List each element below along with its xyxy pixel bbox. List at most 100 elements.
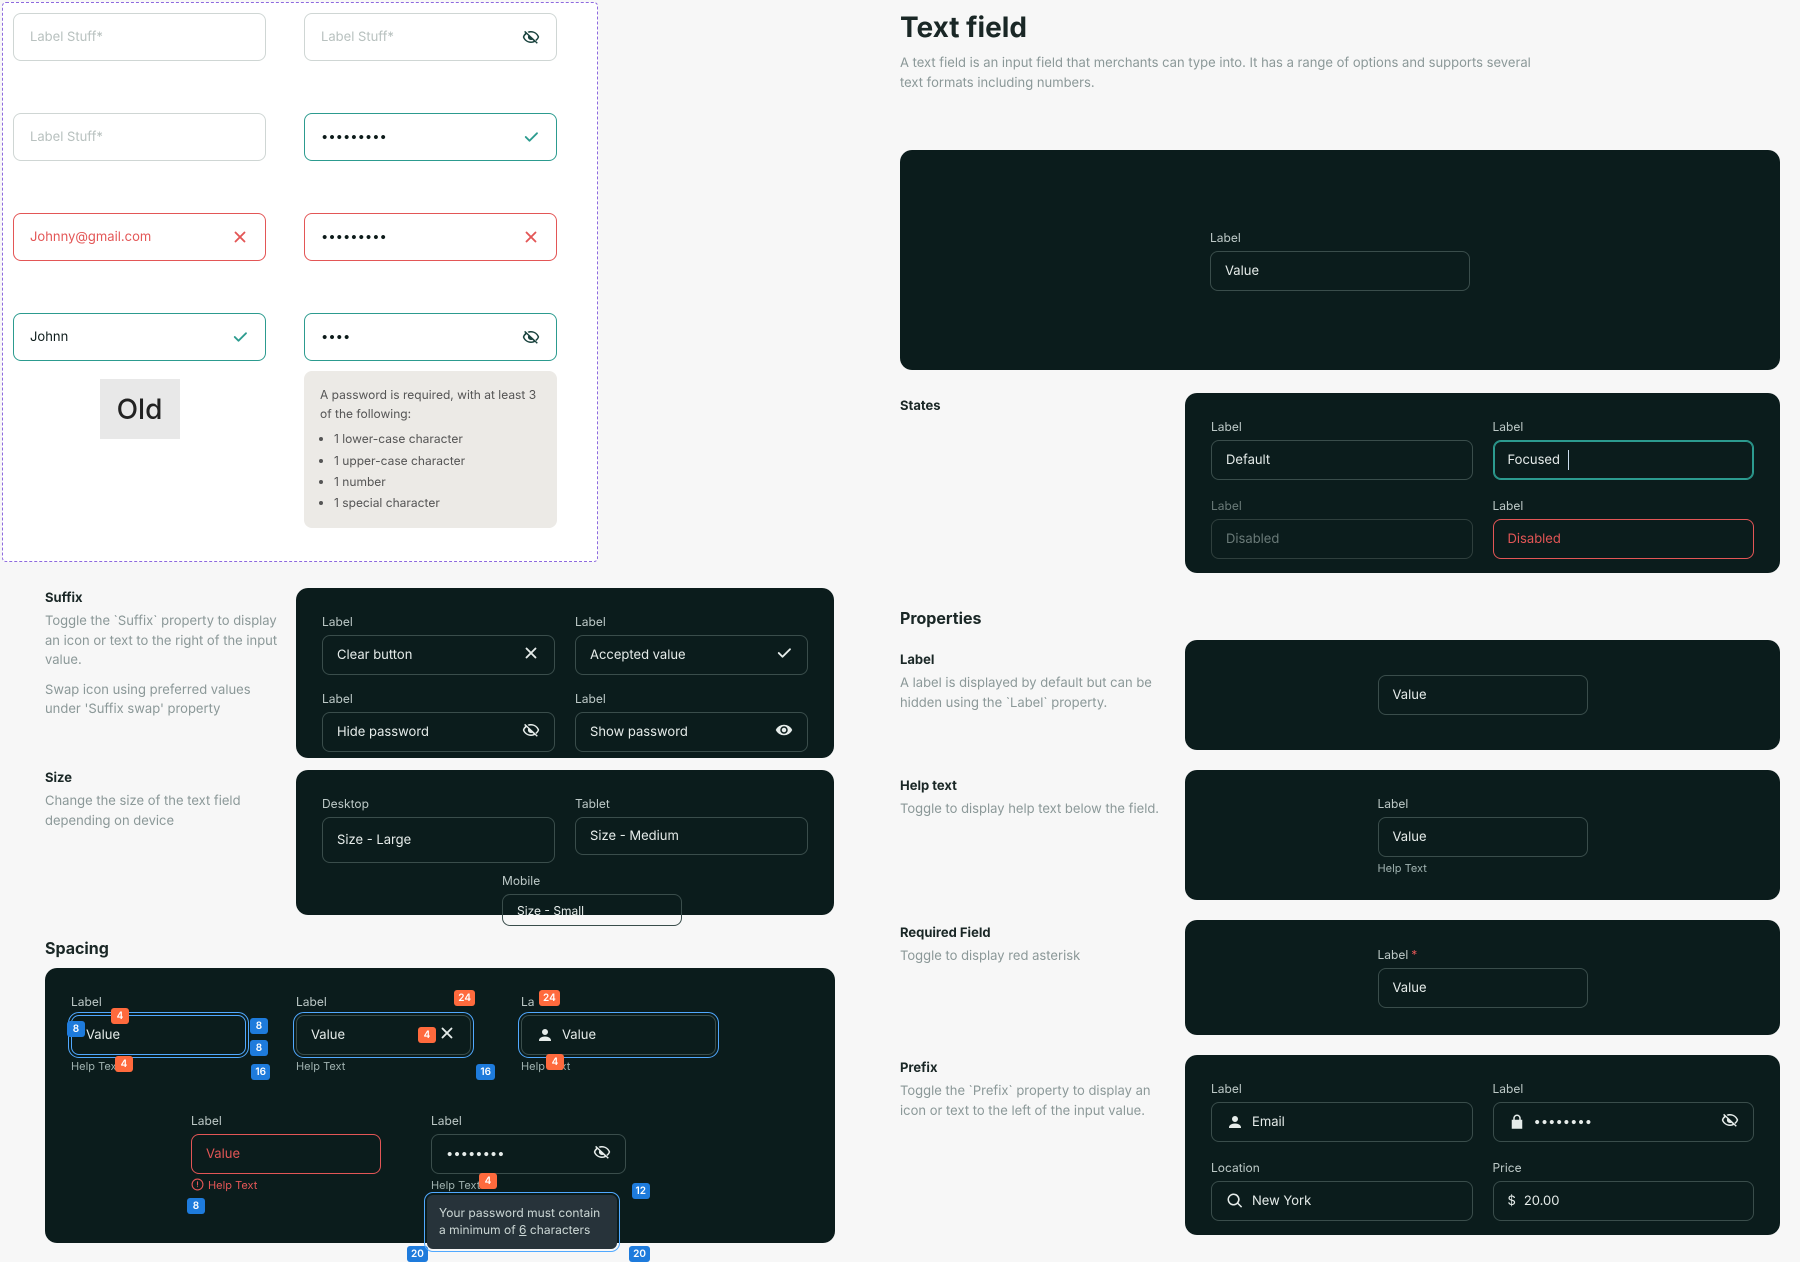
label: Label — [1211, 498, 1473, 513]
state-focused-field[interactable]: Focused — [1493, 440, 1755, 480]
value: Disabled — [1226, 531, 1279, 547]
value: Accepted value — [590, 647, 686, 663]
eye-icon[interactable] — [775, 721, 793, 743]
suffix-clear-field[interactable]: Clear button — [322, 635, 555, 675]
prefix-price-field[interactable]: $20.00 — [1493, 1181, 1755, 1221]
hero-field[interactable]: Value — [1210, 251, 1470, 291]
sp-f4-error[interactable]: Value — [191, 1134, 381, 1174]
prop-label-card: Value — [1185, 640, 1780, 750]
label: Price — [1493, 1160, 1755, 1175]
state-error-field[interactable]: Disabled — [1493, 519, 1755, 559]
marker: 8 — [67, 1021, 85, 1037]
marker: 4 — [115, 1056, 133, 1072]
help: Help Text — [431, 1178, 626, 1192]
value: Size - Small — [517, 903, 584, 918]
sp-f3[interactable]: Value — [521, 1015, 716, 1055]
check-icon — [775, 644, 793, 666]
prop-req-card: Label* Value — [1185, 920, 1780, 1035]
pw-tooltip: Your password must contain a minimum of … — [427, 1195, 617, 1249]
marker: 4 — [479, 1173, 497, 1189]
label: Label — [431, 1113, 626, 1128]
prop-help-side: Help text Toggle to display help text be… — [900, 778, 1170, 820]
dollar-icon: $ — [1508, 1193, 1516, 1209]
sp-f1[interactable]: Value — [71, 1015, 246, 1055]
value: Email — [1252, 1114, 1285, 1130]
label: Label — [71, 994, 246, 1009]
old-name-success[interactable]: Johnn — [13, 313, 266, 361]
marker: 8 — [250, 1040, 268, 1056]
marker: 20 — [629, 1246, 650, 1262]
properties-head: Properties — [900, 608, 981, 638]
eye-off-icon[interactable] — [522, 28, 540, 46]
marker: 8 — [250, 1018, 268, 1034]
size-side: Size Change the size of the text field d… — [45, 770, 285, 831]
size-medium-field[interactable]: Size - Medium — [575, 817, 808, 855]
close-icon[interactable] — [438, 1024, 456, 1046]
suffix-accepted-field[interactable]: Accepted value — [575, 635, 808, 675]
value: Disabled — [1508, 531, 1561, 547]
sp-f2[interactable]: Value — [296, 1015, 471, 1055]
spacing-card: Label Value Help Text 4 8 8 8 4 16 Label… — [45, 968, 835, 1243]
prop-help-card: Label Value Help Text — [1185, 770, 1780, 900]
old-email-error[interactable]: Johnny@gmail.com — [13, 213, 266, 261]
close-icon[interactable] — [231, 228, 249, 246]
label: Label — [322, 691, 555, 706]
value: Size - Medium — [590, 828, 679, 844]
req-field[interactable]: Value — [1378, 968, 1588, 1008]
suffix-show-field[interactable]: Show password — [575, 712, 808, 752]
check-icon — [522, 128, 540, 146]
label: Label — [1378, 796, 1588, 811]
prefix-loc-field[interactable]: New York — [1211, 1181, 1473, 1221]
marker: 4 — [418, 1027, 436, 1043]
unlabelled-field[interactable]: Value — [1378, 675, 1588, 715]
placeholder: Label Stuff* — [321, 29, 394, 45]
eye-off-icon[interactable] — [522, 721, 540, 743]
value: Focused — [1508, 452, 1560, 468]
old-pw-success[interactable]: ••••••••• — [304, 113, 557, 161]
old-field-empty-1[interactable]: Label Stuff* — [13, 13, 266, 61]
close-icon[interactable] — [522, 228, 540, 246]
state-default-field[interactable]: Default — [1211, 440, 1473, 480]
label: Label — [1493, 419, 1755, 434]
marker: 24 — [454, 990, 475, 1006]
value: Johnny@gmail.com — [30, 229, 151, 245]
sp-f5[interactable]: •••••••• — [431, 1134, 626, 1174]
value: Value — [1225, 263, 1259, 279]
eye-off-icon[interactable] — [1721, 1111, 1739, 1133]
old-pw-error[interactable]: ••••••••• — [304, 213, 557, 261]
size-large-field[interactable]: Size - Large — [322, 817, 555, 863]
eye-off-icon[interactable] — [593, 1143, 611, 1165]
marker: 20 — [407, 1246, 428, 1262]
help-field[interactable]: Value — [1378, 817, 1588, 857]
old-field-empty-2[interactable]: Label Stuff* — [13, 113, 266, 161]
prefix-email-field[interactable]: Email — [1211, 1102, 1473, 1142]
page-title: Text field — [900, 10, 1780, 44]
spacing-head: Spacing — [45, 938, 109, 968]
label: Location — [1211, 1160, 1473, 1175]
suffix-card: Label Clear button Label Accepted value La… — [296, 588, 834, 758]
size-desktop-label: Desktop — [322, 796, 555, 811]
user-icon — [536, 1026, 554, 1044]
suffix-hide-field[interactable]: Hide password — [322, 712, 555, 752]
pw-req-item: 1 upper-case character — [334, 451, 541, 470]
size-small-field[interactable]: Size - Small — [502, 894, 682, 926]
help: Help Text — [71, 1059, 246, 1073]
old-field-with-eye[interactable]: Label Stuff* — [304, 13, 557, 61]
eye-off-icon[interactable] — [522, 328, 540, 346]
old-pw-short[interactable]: •••• — [304, 313, 557, 361]
size-card: DesktopSize - Large TabletSize - Medium … — [296, 770, 834, 915]
label: Label — [322, 614, 555, 629]
label: Label — [1493, 498, 1755, 513]
prefix-pass-field[interactable]: •••••••• — [1493, 1102, 1755, 1142]
placeholder: Label Stuff* — [30, 29, 103, 45]
value: Value — [562, 1027, 596, 1043]
value: Show password — [590, 724, 688, 740]
value: ••••••••• — [321, 129, 387, 145]
state-disabled-field: Disabled — [1211, 519, 1473, 559]
hero-card: Label Value — [900, 150, 1780, 370]
close-icon[interactable] — [522, 644, 540, 666]
label: Label* — [1378, 947, 1588, 962]
label: Label — [1493, 1081, 1755, 1096]
label: Label — [575, 691, 808, 706]
legacy-variants-panel: Label Stuff* Label Stuff* Label Stuff* •… — [2, 2, 598, 562]
